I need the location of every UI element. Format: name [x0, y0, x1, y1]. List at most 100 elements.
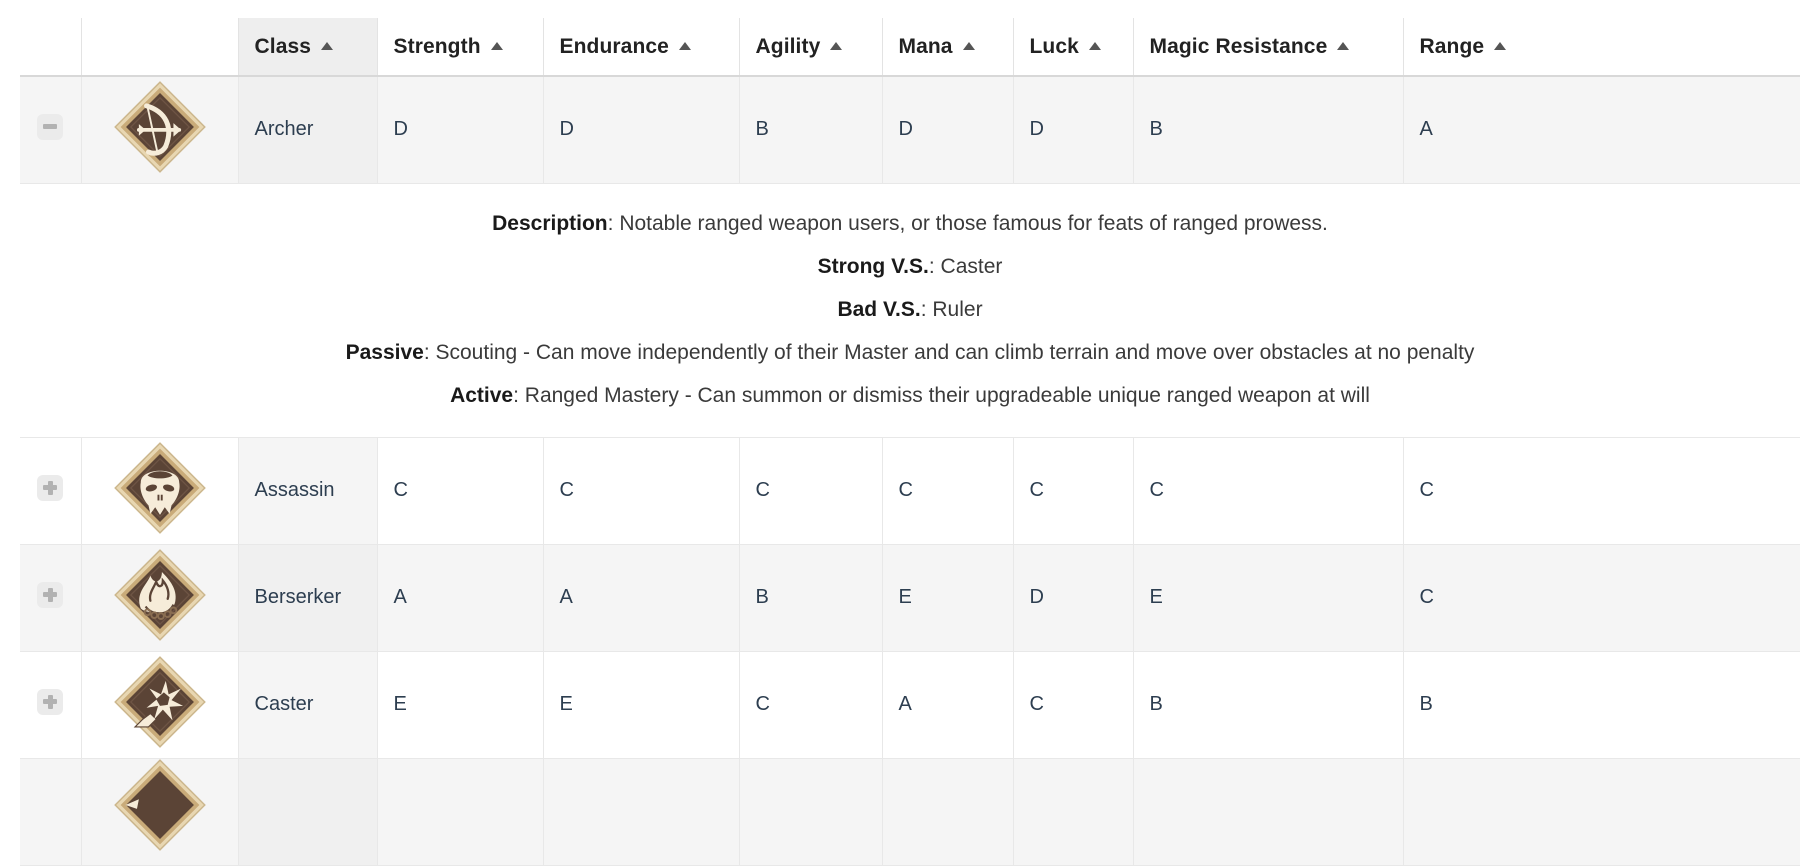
table-row[interactable]: Archer D D B D D B A	[20, 76, 1800, 184]
class-stats-page: Class Strength Endurance Agility Mana Lu…	[0, 0, 1800, 867]
detail-strong-vs-line: Strong V.S.: Caster	[817, 254, 1003, 278]
header-toggle-column	[20, 18, 82, 77]
class-emblem-cell	[81, 544, 239, 652]
sort-ascending-caret-icon[interactable]	[1337, 41, 1350, 50]
stat-magic-resistance: C	[1133, 437, 1404, 545]
header-endurance[interactable]: Endurance	[543, 18, 740, 77]
stat-endurance: C	[543, 437, 740, 545]
caster-wand-star-emblem-icon	[112, 654, 208, 750]
header-agility-label: Agility	[755, 34, 821, 58]
stat-agility: B	[739, 544, 883, 652]
stat-mana	[882, 758, 1014, 866]
stat-range: C	[1403, 437, 1800, 545]
stat-endurance: E	[543, 651, 740, 759]
header-magic-resistance-label: Magic Resistance	[1149, 34, 1328, 58]
stat-luck: C	[1013, 651, 1134, 759]
berserker-flame-chain-emblem-icon	[112, 547, 208, 643]
partial-emblem-icon	[112, 757, 208, 853]
row-toggle-assassin[interactable]	[20, 437, 82, 545]
stat-magic-resistance: B	[1133, 651, 1404, 759]
table-row[interactable]	[20, 757, 1800, 866]
sort-ascending-caret-icon[interactable]	[678, 41, 691, 50]
stat-agility	[739, 758, 883, 866]
table-header: Class Strength Endurance Agility Mana Lu…	[20, 18, 1800, 77]
stat-strength: D	[377, 76, 544, 184]
row-toggle-next[interactable]	[20, 758, 82, 866]
sort-ascending-caret-icon[interactable]	[962, 41, 975, 50]
class-emblem-cell	[81, 757, 239, 866]
header-class-label: Class	[254, 34, 312, 58]
row-toggle-caster[interactable]	[20, 651, 82, 759]
sort-ascending-caret-icon[interactable]	[830, 41, 843, 50]
class-stats-table: Class Strength Endurance Agility Mana Lu…	[20, 18, 1800, 866]
class-name: Berserker	[238, 544, 378, 652]
class-emblem-cell	[81, 651, 239, 759]
stat-agility: B	[739, 76, 883, 184]
detail-description-value: Notable ranged weapon users, or those fa…	[619, 211, 1328, 235]
stat-strength: C	[377, 437, 544, 545]
stat-range	[1403, 758, 1800, 866]
assassin-skull-emblem-icon	[112, 440, 208, 536]
class-name: Assassin	[238, 437, 378, 545]
row-toggle-berserker[interactable]	[20, 544, 82, 652]
detail-strong-vs-label: Strong V.S.	[817, 254, 929, 278]
plus-icon[interactable]	[37, 474, 64, 501]
stat-agility: C	[739, 651, 883, 759]
stat-range: B	[1403, 651, 1800, 759]
stat-strength: E	[377, 651, 544, 759]
detail-description-label: Description	[492, 211, 608, 235]
detail-passive-line: Passive: Scouting - Can move independent…	[345, 340, 1475, 364]
plus-icon[interactable]	[37, 581, 64, 608]
sort-ascending-caret-icon[interactable]	[490, 41, 503, 50]
header-row: Class Strength Endurance Agility Mana Lu…	[20, 18, 1800, 77]
sort-ascending-caret-icon[interactable]	[321, 41, 334, 50]
header-luck[interactable]: Luck	[1013, 18, 1134, 77]
sort-ascending-caret-icon[interactable]	[1494, 41, 1507, 50]
detail-active-value: Ranged Mastery - Can summon or dismiss t…	[524, 383, 1370, 407]
stat-agility: C	[739, 437, 883, 545]
stat-endurance	[543, 758, 740, 866]
class-name	[238, 758, 378, 866]
sort-ascending-caret-icon[interactable]	[1088, 41, 1101, 50]
stat-range: C	[1403, 544, 1800, 652]
stat-endurance: A	[543, 544, 740, 652]
archer-bow-emblem-icon	[112, 79, 208, 175]
table-row[interactable]: Assassin C C C C C C C	[20, 437, 1800, 545]
header-strength[interactable]: Strength	[377, 18, 544, 77]
header-mana[interactable]: Mana	[882, 18, 1014, 77]
header-endurance-label: Endurance	[559, 34, 669, 58]
detail-passive-label: Passive	[345, 340, 424, 364]
table-body: Archer D D B D D B A Description: Notabl…	[20, 76, 1800, 866]
class-emblem-cell	[81, 76, 239, 184]
class-name: Archer	[238, 76, 378, 184]
stat-magic-resistance: E	[1133, 544, 1404, 652]
header-agility[interactable]: Agility	[739, 18, 883, 77]
stat-range: A	[1403, 76, 1800, 184]
header-mana-label: Mana	[898, 34, 953, 58]
stat-magic-resistance: B	[1133, 76, 1404, 184]
class-name: Caster	[238, 651, 378, 759]
minus-icon[interactable]	[37, 113, 64, 140]
stat-mana: E	[882, 544, 1014, 652]
header-class[interactable]: Class	[238, 18, 378, 77]
stat-magic-resistance	[1133, 758, 1404, 866]
header-strength-label: Strength	[393, 34, 481, 58]
table-row[interactable]: Caster E E C A C B B	[20, 651, 1800, 759]
header-magic-resistance[interactable]: Magic Resistance	[1133, 18, 1404, 77]
stat-endurance: D	[543, 76, 740, 184]
detail-bad-vs-value: Ruler	[932, 297, 983, 321]
detail-active-line: Active: Ranged Mastery - Can summon or d…	[450, 383, 1370, 407]
detail-bad-vs-line: Bad V.S.: Ruler	[837, 297, 983, 321]
stat-luck	[1013, 758, 1134, 866]
header-luck-label: Luck	[1029, 34, 1079, 58]
row-toggle-archer[interactable]	[20, 76, 82, 184]
class-detail-cell: Description: Notable ranged weapon users…	[20, 183, 1800, 438]
header-range[interactable]: Range	[1403, 18, 1800, 77]
class-emblem-cell	[81, 437, 239, 545]
table-row[interactable]: Berserker A A B E D E C	[20, 544, 1800, 652]
detail-passive-value: Scouting - Can move independently of the…	[435, 340, 1475, 364]
detail-description-line: Description: Notable ranged weapon users…	[492, 211, 1328, 235]
stat-strength: A	[377, 544, 544, 652]
plus-icon[interactable]	[37, 688, 64, 715]
detail-active-label: Active	[450, 383, 514, 407]
